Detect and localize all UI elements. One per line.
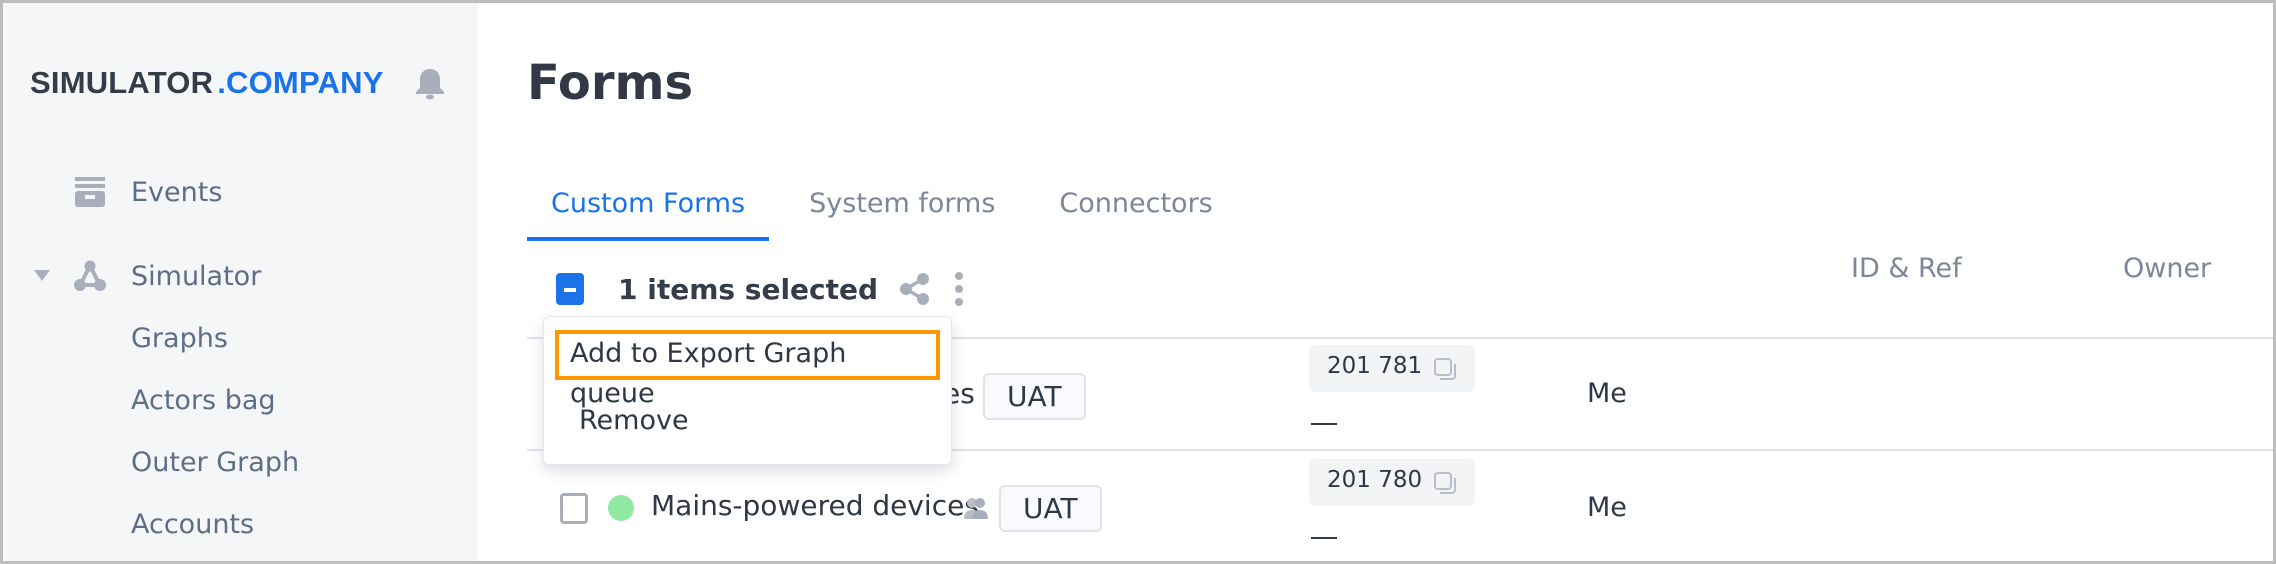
row-id: 201 780 — [1327, 467, 1423, 493]
selection-bar: 1 items selected — [556, 270, 964, 308]
select-all-checkbox[interactable] — [556, 273, 584, 305]
row-ref-empty — [1311, 537, 1337, 539]
kebab-menu-icon[interactable] — [954, 272, 964, 306]
copy-icon[interactable] — [1433, 357, 1457, 381]
app-window: SIMULATOR .COMPANY Events Simulator Grap… — [0, 0, 2276, 564]
tab-custom-forms[interactable]: Custom Forms — [527, 183, 770, 241]
env-tag: UAT — [983, 373, 1086, 420]
column-header-id-ref[interactable]: ID & Ref — [1851, 253, 1962, 284]
graph-nodes-icon — [74, 260, 106, 291]
menu-item-add-to-export-queue[interactable]: Add to Export Graph queue — [555, 330, 940, 409]
selection-count: 1 items selected — [618, 272, 879, 306]
menu-item-remove[interactable]: Remove — [569, 405, 689, 436]
expand-caret-icon[interactable] — [34, 270, 50, 281]
sidebar-item-accounts[interactable]: Accounts — [131, 509, 254, 540]
brand-logo[interactable]: SIMULATOR .COMPANY — [30, 65, 384, 101]
row-owner: Me — [1587, 492, 1627, 523]
page-title: Forms — [527, 55, 694, 111]
id-chip: 201 781 — [1309, 345, 1475, 392]
sidebar-item-actors-bag[interactable]: Actors bag — [131, 385, 276, 416]
id-chip: 201 780 — [1309, 459, 1475, 506]
tab-system-forms[interactable]: System forms — [785, 183, 1019, 241]
sidebar-item-simulator[interactable]: Simulator — [73, 259, 261, 293]
sidebar: SIMULATOR .COMPANY Events Simulator Grap… — [3, 3, 478, 561]
archive-icon — [75, 177, 105, 207]
sidebar-item-outer-graph[interactable]: Outer Graph — [131, 447, 299, 478]
env-tag: UAT — [999, 485, 1102, 532]
brand-suffix: .COMPANY — [217, 65, 384, 100]
tab-connectors[interactable]: Connectors — [1035, 183, 1236, 241]
people-icon — [964, 498, 988, 519]
sidebar-item-graphs[interactable]: Graphs — [131, 323, 228, 354]
share-icon[interactable] — [898, 272, 932, 306]
row-checkbox[interactable] — [560, 493, 588, 524]
bell-icon[interactable] — [413, 66, 447, 102]
row-ref-empty — [1311, 423, 1337, 425]
sidebar-item-label: Simulator — [131, 260, 262, 292]
column-header-owner[interactable]: Owner — [2123, 253, 2211, 284]
brand-name: SIMULATOR — [30, 65, 214, 100]
sidebar-item-label: Events — [131, 176, 223, 208]
status-dot — [608, 495, 634, 521]
row-name[interactable]: Mains-powered devices — [651, 489, 979, 522]
tab-bar: Custom Forms System forms Connectors — [527, 183, 1237, 241]
copy-icon[interactable] — [1433, 471, 1457, 495]
row-id: 201 781 — [1327, 353, 1423, 379]
bulk-actions-menu: Add to Export Graph queue Remove — [543, 316, 952, 465]
sidebar-item-events[interactable]: Events — [73, 175, 222, 209]
row-owner: Me — [1587, 378, 1627, 409]
